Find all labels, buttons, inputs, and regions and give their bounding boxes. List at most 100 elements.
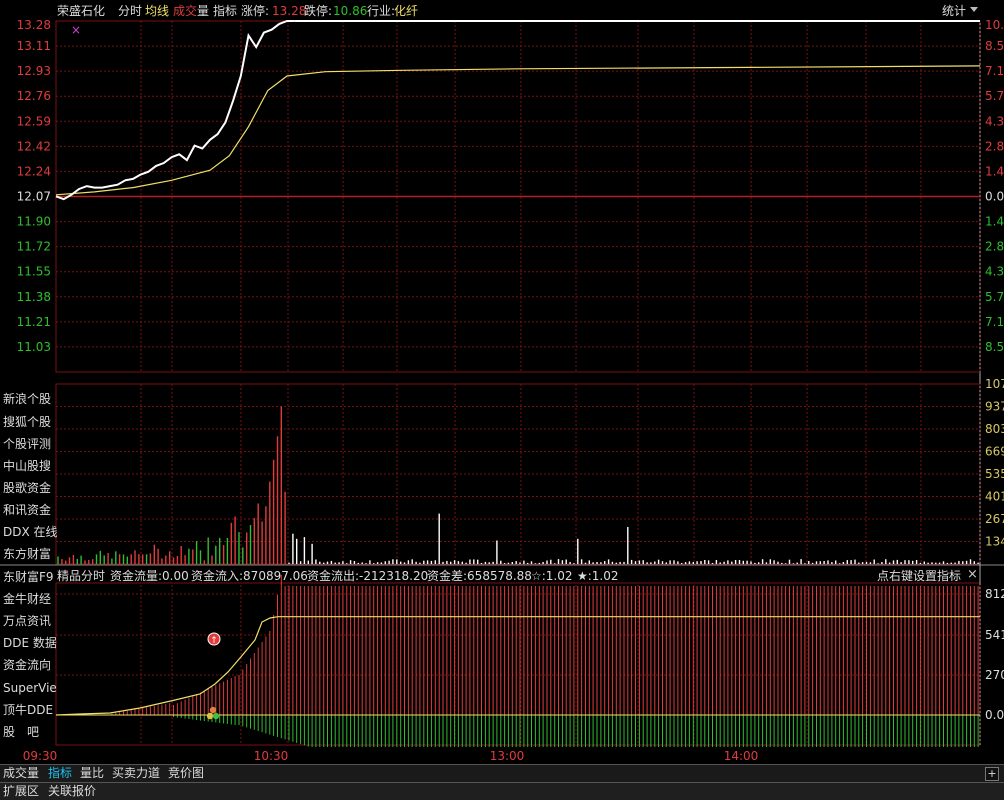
ext-tab-1[interactable]: 关联报价 <box>48 784 96 798</box>
extension-bar: 扩展区 关联报价 <box>0 782 1004 800</box>
bottom-tab-1[interactable]: 指标 <box>48 766 72 780</box>
price-tick-label: 11.90 <box>17 215 51 229</box>
pct-tick-label: 1.4 <box>985 215 1004 229</box>
ext-tab-0[interactable]: 扩展区 <box>3 784 39 798</box>
industry-label: 行业: <box>367 4 396 18</box>
indicator-panel-frame <box>55 582 981 746</box>
price-tick-label: 11.72 <box>17 240 51 254</box>
sidebar-item-fundflow[interactable]: 资金流向 <box>3 658 51 672</box>
pct-tick-label: 5.7 <box>985 89 1004 103</box>
sidebar-item-f9[interactable]: 东财富F9 <box>3 570 54 584</box>
close-icon[interactable]: × <box>967 567 978 582</box>
signal-dot-icon <box>209 706 217 714</box>
fund-inflow-value: 资金流入:870897.06 <box>191 569 308 583</box>
sidebar-item-dde[interactable]: DDE 数据 <box>3 636 57 650</box>
indicator-tick-label: 812 <box>985 587 1004 601</box>
pct-tick-label: 2.8 <box>985 240 1004 254</box>
timeshare-chart-area[interactable]: 13.28 13.11 12.93 12.76 12.59 12.42 12.24 12.07… <box>0 0 1004 776</box>
volume-tick-label: 401 <box>985 490 1004 504</box>
pct-tick-label: 7.1 <box>985 64 1004 78</box>
sidebar-item-wandian[interactable]: 万点资讯 <box>3 614 51 628</box>
sidebar-item-jinniu[interactable]: 金牛财经 <box>3 592 51 606</box>
price-line <box>55 20 295 201</box>
price-tick-label: 11.21 <box>17 315 51 329</box>
price-tick-label: 12.59 <box>17 114 51 128</box>
price-tick-label: 12.07 <box>17 190 51 204</box>
bottom-tab-4[interactable]: 竞价图 <box>168 766 204 780</box>
sidebar-item-sina[interactable]: 新浪个股 <box>3 392 51 406</box>
tab-avg-line[interactable]: 均线 <box>145 4 169 18</box>
volume-tick-label: 267 <box>985 512 1004 526</box>
tab-indicator[interactable]: 指标 <box>213 4 237 18</box>
tab-timeshare[interactable]: 分时 <box>118 4 142 18</box>
sidebar-item-zhongshan[interactable]: 中山股搜 <box>3 459 51 473</box>
time-label: 10:30 <box>254 749 289 763</box>
pct-tick-label: 7.1 <box>985 315 1004 329</box>
avg-price-line <box>55 65 981 196</box>
settings-hint[interactable]: 点右键设置指标 <box>877 569 961 583</box>
chart-header: 荣盛石化 分时 均线 成交 量 指标 涨停: 13.28 跌停: 10.86 行… <box>0 0 1004 21</box>
volume-tick-label: 803 <box>985 422 1004 436</box>
sidebar-item-ddx[interactable]: DDX 在线 <box>3 525 58 539</box>
sidebar-item-guge[interactable]: 股歌资金 <box>3 481 51 495</box>
limit-down-value: 10.86 <box>333 4 368 18</box>
volume-tick-label: 937 <box>985 400 1004 414</box>
tab-volume-b[interactable]: 量 <box>197 4 209 18</box>
sidebar-item-guba[interactable]: 股 吧 <box>3 725 39 739</box>
tab-volume-a[interactable]: 成交 <box>173 4 197 18</box>
pct-tick-label: 4.3 <box>985 114 1004 128</box>
volume-tick-label: 134 <box>985 535 1004 549</box>
time-label: 13:00 <box>490 749 525 763</box>
stock-name: 荣盛石化 <box>57 4 106 18</box>
signal-dot-icon <box>212 712 220 720</box>
volume-tick-label: 669 <box>985 445 1004 459</box>
volume-tick-label: 107 <box>985 377 1004 391</box>
bottom-tab-3[interactable]: 买卖力道 <box>112 766 160 780</box>
limit-down-label: 跌停: <box>304 4 333 18</box>
pct-tick-label: 8.5 <box>985 39 1004 53</box>
fund-diff-value: 资金差:658578.88 <box>427 569 532 583</box>
signal-dot-icon <box>206 712 214 720</box>
price-tick-label: 12.24 <box>17 164 51 178</box>
price-tick-label: 12.93 <box>17 64 51 78</box>
sidebar-item-hexun[interactable]: 和讯资金 <box>3 503 51 517</box>
sidebar-item-dingniu[interactable]: 顶牛DDE <box>3 703 53 717</box>
bottom-tab-0[interactable]: 成交量 <box>3 766 39 780</box>
bottom-tab-2[interactable]: 量比 <box>80 766 104 780</box>
pct-tick-label: 4.3 <box>985 265 1004 279</box>
price-tick-label: 12.42 <box>17 139 51 153</box>
indicator-tick-label: 270 <box>985 668 1004 682</box>
time-label: 09:30 <box>23 749 58 763</box>
chevron-down-icon[interactable] <box>970 7 978 12</box>
time-label: 14:00 <box>724 749 759 763</box>
price-tick-label: 12.76 <box>17 89 51 103</box>
sidebar-item-eastmoney[interactable]: 东方财富 <box>3 547 51 561</box>
volume-tick-label: 535 <box>985 467 1004 481</box>
bottom-tab-bar: 成交量 指标 量比 买卖力道 竞价图 + <box>0 764 1004 782</box>
pct-tick-label: 8.5 <box>985 340 1004 354</box>
buy-signal-arrow-icon: ↑ <box>210 636 218 646</box>
sidebar-item-superview[interactable]: SuperVie <box>3 681 57 695</box>
pct-tick-label: 1.4 <box>985 164 1004 178</box>
indicator-line <box>55 616 980 716</box>
indicator-title[interactable]: 精品分时 <box>57 569 105 583</box>
price-tick-label: 11.03 <box>17 340 51 354</box>
sidebar-item-sohu[interactable]: 搜狐个股 <box>3 415 51 429</box>
star-hollow-value: ☆:1.02 <box>531 569 573 583</box>
marker-icon: × <box>71 23 81 37</box>
fund-outflow-value: 资金流出:-212318.20 <box>307 569 429 583</box>
price-tick-label: 11.38 <box>17 290 51 304</box>
limit-up-value: 13.28 <box>272 4 307 18</box>
industry-value[interactable]: 化纤 <box>394 4 418 18</box>
add-tab-button[interactable]: + <box>985 767 999 781</box>
limit-up-label: 涨停: <box>241 4 270 18</box>
stats-button[interactable]: 统计 <box>942 4 966 18</box>
sidebar-item-review[interactable]: 个股评测 <box>3 437 51 451</box>
price-tick-label: 11.55 <box>17 265 51 279</box>
indicator-tick-label: 0.0 <box>985 708 1004 722</box>
fund-flow-value: 资金流量:0.00 <box>110 569 189 583</box>
pct-tick-label: 5.7 <box>985 290 1004 304</box>
chart-canvas[interactable]: 13.28 13.11 12.93 12.76 12.59 12.42 12.24 12.07… <box>0 0 1004 776</box>
pct-tick-label: 0.0 <box>985 190 1004 204</box>
star-solid-value: ★:1.02 <box>577 569 619 583</box>
